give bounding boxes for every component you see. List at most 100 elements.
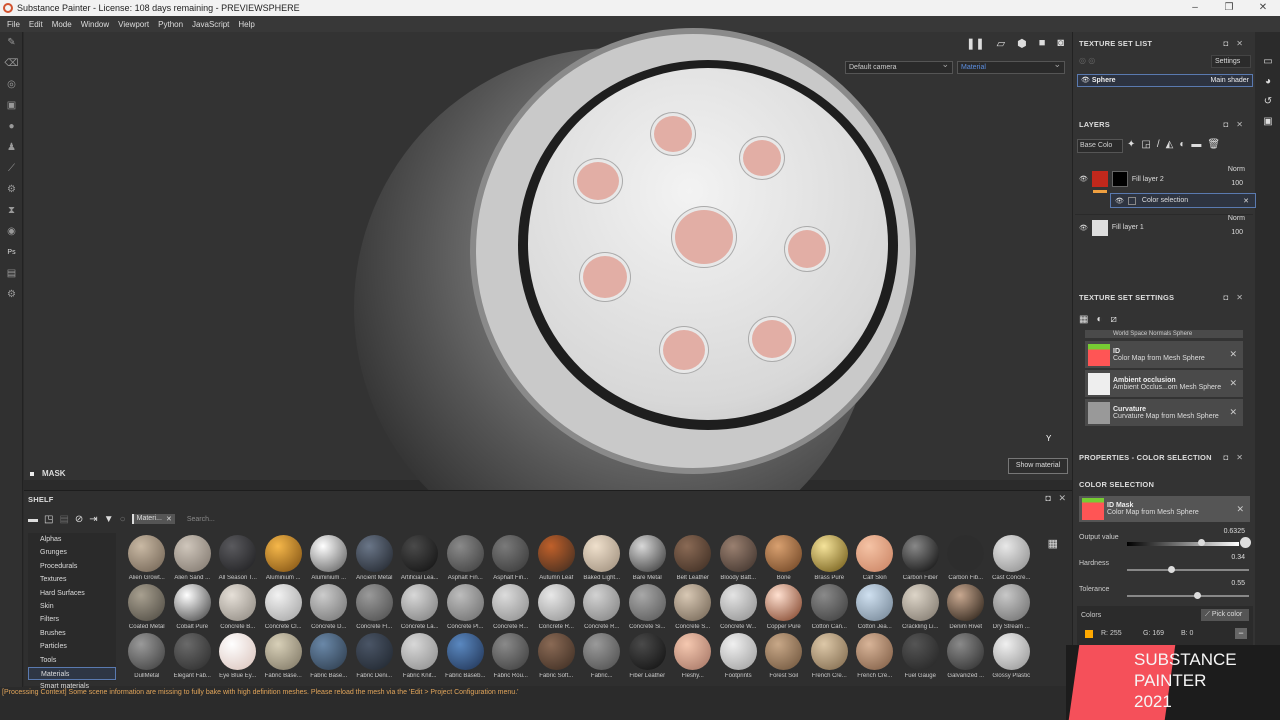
delete-icon[interactable]: 🗑︎ [1207, 139, 1220, 150]
baked-map-ao[interactable]: Ambient occlusion Ambient Occlus...om Mes… [1085, 370, 1243, 397]
filter-chip[interactable]: Materi... ✕ [131, 514, 175, 524]
settings-icon[interactable]: ⚙ [0, 179, 23, 200]
remove-filter-icon[interactable]: ✕ [166, 515, 172, 523]
remove-icon[interactable]: ✕ [1229, 407, 1237, 418]
material-item[interactable]: Fuel Gauge [898, 633, 944, 679]
material-item[interactable]: Fiber Leather [625, 633, 671, 679]
material-item[interactable]: Concrete R... [579, 584, 625, 630]
material-item[interactable]: Cobalt Pure [170, 584, 216, 630]
slider-handle[interactable] [1168, 566, 1176, 573]
camera-icon[interactable]: ■ [1039, 37, 1046, 49]
effects-icon[interactable]: ✦ [1127, 139, 1135, 150]
material-item[interactable]: Concrete B... [215, 584, 261, 630]
baked-map-id[interactable]: ID Color Map from Mesh Sphere ✕ [1085, 341, 1243, 368]
material-item[interactable]: Denim Rivet [943, 584, 989, 630]
material-item[interactable]: Fabric Base... [306, 633, 352, 679]
material-item[interactable]: Concrete W... [716, 584, 762, 630]
material-icon[interactable]: ◉ [0, 221, 23, 242]
eraser-icon[interactable]: ⌫ [0, 53, 23, 74]
shelf-category-textures[interactable]: Textures [28, 573, 116, 586]
import-icon[interactable]: ⇥ [89, 514, 97, 525]
material-item[interactable]: All Season T... [215, 535, 261, 581]
new-resource-icon[interactable]: ◳ [44, 514, 53, 525]
save-icon[interactable]: ▤ [59, 514, 68, 525]
tab-bake-icon[interactable]: ◐ [1096, 314, 1102, 325]
material-item[interactable]: Alien Growt... [124, 535, 170, 581]
geometry-decal-icon[interactable]: ▣ [0, 95, 23, 116]
tab-settings-icon[interactable]: ▦ [1079, 314, 1088, 325]
material-item[interactable]: Ancient Metal [352, 535, 398, 581]
maximize-button[interactable]: ❐ [1212, 0, 1246, 16]
eye-icon[interactable]: 👁︎ [1079, 224, 1088, 232]
material-item[interactable]: Galvanized ... [943, 633, 989, 679]
material-item[interactable]: Concrete Pl... [443, 584, 489, 630]
shader-settings-icon[interactable]: ◕ [1256, 76, 1280, 96]
material-item[interactable]: Aluminium ... [261, 535, 307, 581]
material-item[interactable]: Brass Pure [807, 535, 853, 581]
material-item[interactable]: Aluminium ... [306, 535, 352, 581]
menu-mode[interactable]: Mode [52, 20, 72, 29]
material-item[interactable]: Concrete La... [397, 584, 443, 630]
bake-icon[interactable]: ⧗ [0, 200, 23, 221]
material-item[interactable]: Glossy Plastic [989, 633, 1035, 679]
material-item[interactable]: Asphalt Fin... [488, 535, 534, 581]
mask-checkbox[interactable] [28, 469, 36, 478]
pick-color-button[interactable]: ⟋ Pick color [1201, 609, 1249, 621]
shelf-category-brushes[interactable]: Brushes [28, 627, 116, 640]
remove-icon[interactable]: ✕ [1229, 378, 1237, 389]
material-item[interactable]: Elegant Fab... [170, 633, 216, 679]
shelf-category-materials[interactable]: Materials [28, 666, 116, 681]
menu-javascript[interactable]: JavaScript [192, 20, 229, 29]
menu-edit[interactable]: Edit [29, 20, 43, 29]
visibility-icon[interactable]: ◎ ◎ [1079, 56, 1095, 65]
photoshop-export-icon[interactable]: Ps [0, 242, 23, 263]
material-item[interactable]: Belt Leather [670, 535, 716, 581]
shelf-category-skin[interactable]: Skin [28, 600, 116, 613]
fill-layer-icon[interactable]: ◭ [1166, 139, 1174, 150]
material-item[interactable]: Fabric Knit... [397, 633, 443, 679]
material-item[interactable]: Carbon Fib... [943, 535, 989, 581]
material-item[interactable]: Asphalt Fin... [443, 535, 489, 581]
clone-stamp-icon[interactable]: ♟ [0, 137, 23, 158]
material-item[interactable]: Coated Metal [124, 584, 170, 630]
effect-checkbox[interactable] [1127, 196, 1136, 205]
shelf-category-hard-surfaces[interactable]: Hard Surfaces [28, 587, 116, 600]
slider-handle[interactable] [1194, 592, 1202, 599]
eyedropper-icon[interactable] [1240, 537, 1251, 548]
material-item[interactable]: Fabric Rou... [488, 633, 534, 679]
shelf-category-procedurals[interactable]: Procedurals [28, 560, 116, 573]
shelf-category-grunges[interactable]: Grunges [28, 546, 116, 559]
folder-icon[interactable]: ▬ [28, 514, 38, 525]
float-icon[interactable]: ◘ [1046, 493, 1051, 503]
plugin-icon[interactable]: ⚙ [0, 284, 23, 305]
texture-set-row[interactable]: 👁︎ Sphere Main shader [1077, 74, 1253, 87]
material-item[interactable]: Eye Blue Ey... [215, 633, 261, 679]
material-item[interactable]: Autumn Leaf [534, 535, 580, 581]
material-item[interactable]: Calf Skin [852, 535, 898, 581]
export-icon[interactable]: ▤ [0, 263, 23, 284]
material-item[interactable]: Concrete R... [488, 584, 534, 630]
material-item[interactable]: Bloody Batt... [716, 535, 762, 581]
output-value-slider[interactable] [1127, 539, 1239, 546]
material-item[interactable]: Cast Concre... [989, 535, 1035, 581]
color-swatch[interactable] [1085, 630, 1093, 638]
slider-handle[interactable] [1197, 539, 1205, 546]
menu-viewport[interactable]: Viewport [118, 20, 149, 29]
material-item[interactable]: Fleshy... [670, 633, 716, 679]
material-item[interactable]: DullMetal [124, 633, 170, 679]
settings-dropdown[interactable]: Settings [1211, 55, 1251, 68]
material-item[interactable]: Concrete Fl... [352, 584, 398, 630]
material-item[interactable]: Fabric Base... [261, 633, 307, 679]
tab-maps-icon[interactable]: ⧄ [1111, 314, 1117, 325]
material-item[interactable]: Forest Soil [761, 633, 807, 679]
layer-row[interactable]: 👁︎ Fill layer 1 Norm 100 [1075, 214, 1253, 240]
material-item[interactable]: Concrete D... [306, 584, 352, 630]
material-item[interactable]: Artificial Lea... [397, 535, 443, 581]
smudge-icon[interactable]: ● [0, 116, 23, 137]
filter-icon[interactable]: ▼ [104, 514, 114, 525]
material-item[interactable]: Fabric Soft... [534, 633, 580, 679]
hardness-slider[interactable] [1127, 566, 1249, 573]
mask-effect-row[interactable]: 👁︎ Color selection ✕ [1110, 193, 1256, 208]
eye-icon[interactable]: 👁︎ [1079, 175, 1088, 183]
opacity[interactable]: 100 [1231, 180, 1243, 187]
